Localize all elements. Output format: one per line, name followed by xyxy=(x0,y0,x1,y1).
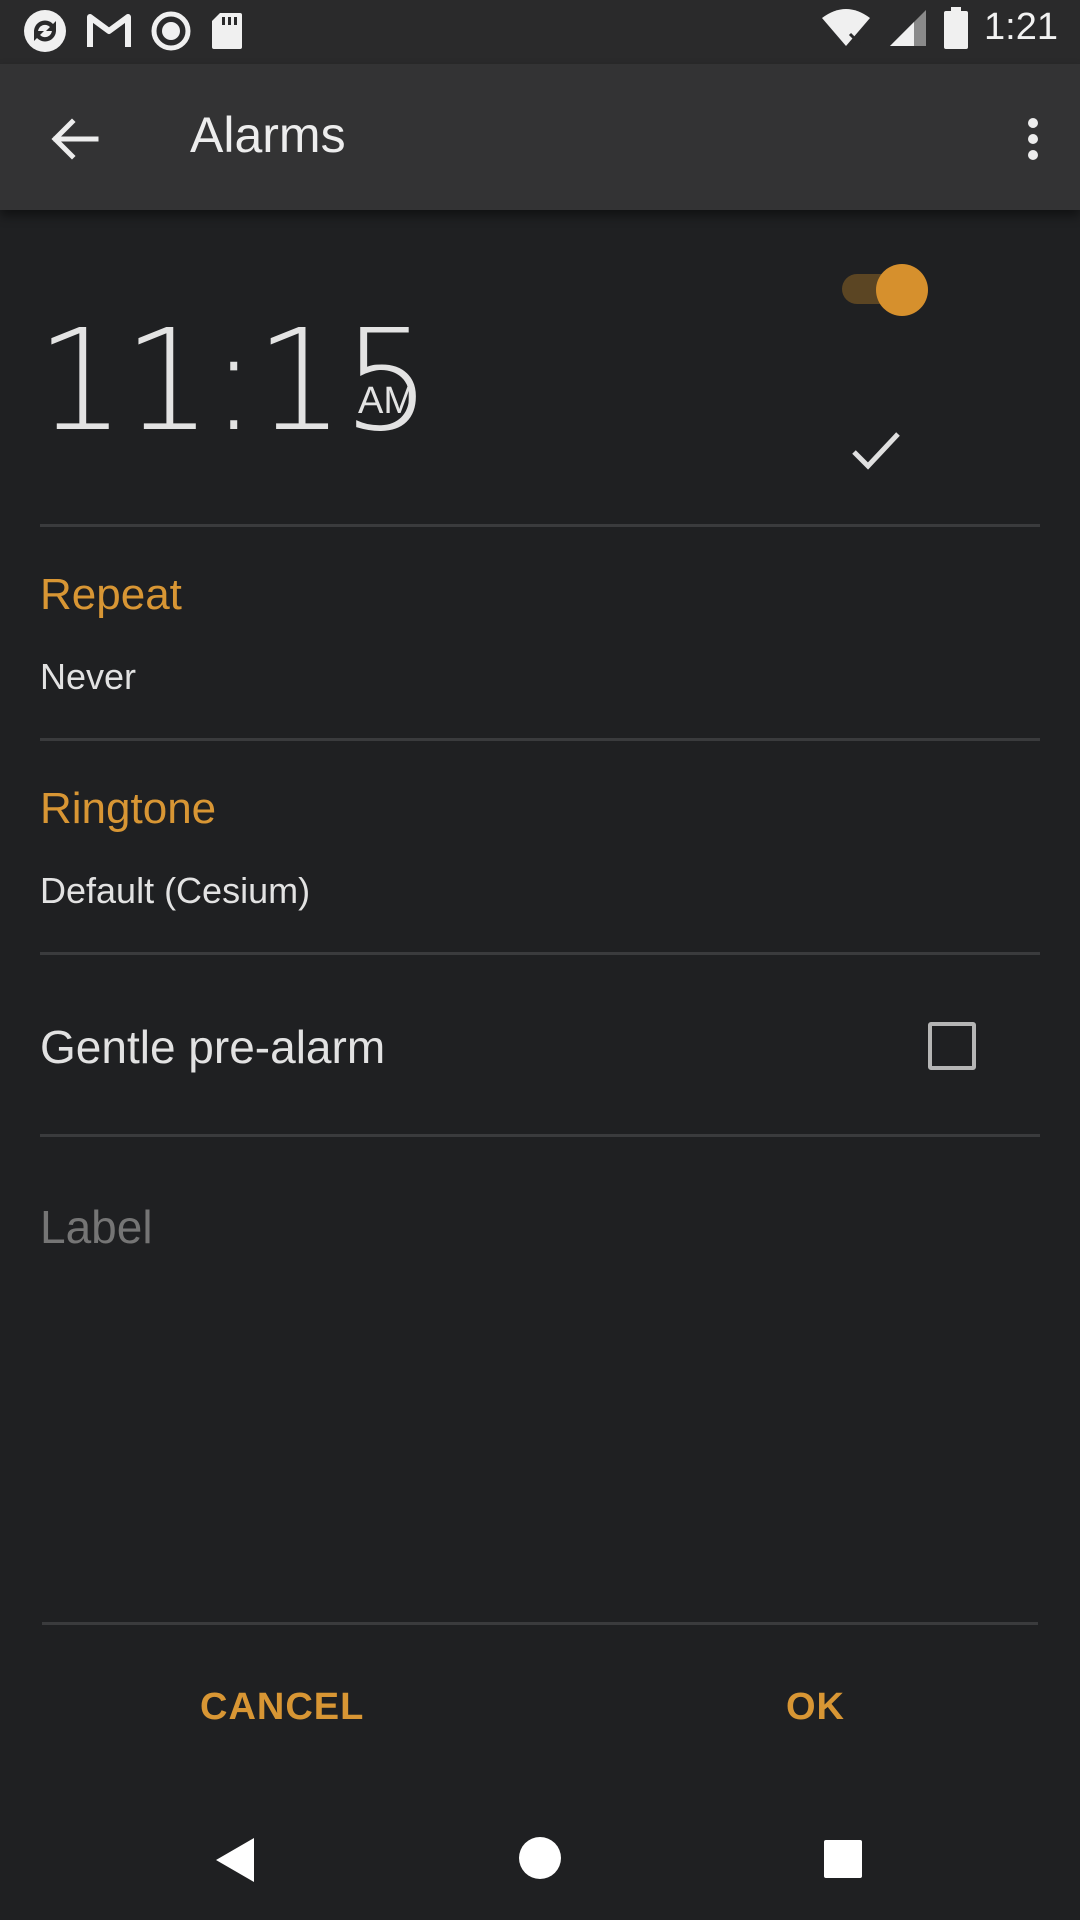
repeat-title[interactable]: Repeat xyxy=(40,570,182,620)
arrow-back-icon xyxy=(51,118,99,160)
more-vert-icon xyxy=(1028,118,1038,160)
divider xyxy=(40,524,1040,527)
back-button[interactable] xyxy=(40,104,110,174)
ringtone-title[interactable]: Ringtone xyxy=(40,784,216,834)
system-icons: 1:21 xyxy=(820,6,1058,49)
home-circle-icon[interactable] xyxy=(518,1836,562,1880)
record-icon xyxy=(151,11,191,51)
gmail-icon xyxy=(87,14,131,47)
page-title: Alarms xyxy=(190,107,346,163)
status-time: 1:21 xyxy=(984,6,1058,48)
ringtone-value[interactable]: Default (Cesium) xyxy=(40,870,310,912)
label-input[interactable] xyxy=(40,1200,1040,1254)
pre-alarm-checkbox[interactable] xyxy=(928,1022,976,1070)
back-triangle-icon[interactable] xyxy=(212,1834,260,1886)
notification-icons xyxy=(22,8,244,54)
status-bar: 1:21 xyxy=(0,0,1080,64)
cancel-button[interactable]: CANCEL xyxy=(200,1686,364,1729)
app-bar: Alarms xyxy=(0,64,1080,210)
signal-icon xyxy=(890,9,927,46)
divider xyxy=(40,1134,1040,1137)
pre-alarm-label: Gentle pre-alarm xyxy=(40,1021,386,1073)
collapse-button[interactable] xyxy=(848,422,904,478)
divider xyxy=(40,952,1040,955)
check-icon xyxy=(852,432,900,470)
repeat-value[interactable]: Never xyxy=(40,656,136,698)
battery-icon xyxy=(944,6,969,49)
navigation-bar xyxy=(0,1800,1080,1920)
alarm-ampm[interactable]: AM xyxy=(358,380,415,423)
toggle-thumb xyxy=(876,264,928,316)
overflow-menu-button[interactable] xyxy=(1008,104,1058,174)
recents-square-icon[interactable] xyxy=(822,1838,864,1880)
divider xyxy=(40,738,1040,741)
alarm-time-row: 11:15 AM xyxy=(0,210,1080,526)
sd-card-icon xyxy=(212,13,242,49)
sync-icon xyxy=(24,10,66,52)
button-bar-divider xyxy=(42,1622,1038,1625)
wifi-icon xyxy=(822,8,871,46)
alarm-enabled-toggle[interactable] xyxy=(842,262,928,316)
ok-button[interactable]: OK xyxy=(786,1686,845,1729)
